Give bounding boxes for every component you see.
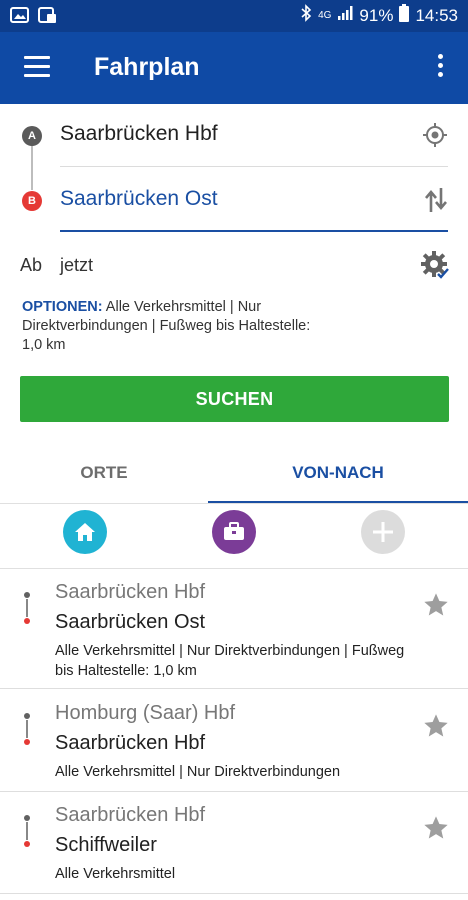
battery-icon <box>399 4 410 27</box>
home-icon <box>75 523 95 541</box>
connection-destination: Schiffweiler <box>55 834 157 856</box>
route-icon <box>24 713 30 745</box>
tab-bar-divider <box>0 503 468 504</box>
favorite-star-icon[interactable] <box>422 814 450 842</box>
connection-options: Alle Verkehrsmittel <box>55 866 176 882</box>
origin-pin-icon: A <box>22 126 42 146</box>
connection-options: Alle Verkehrsmittel | Nur Direktverbindu… <box>55 764 341 780</box>
to-station-field[interactable]: Saarbrücken Ost <box>60 187 218 211</box>
home-shortcut-button[interactable] <box>63 510 107 554</box>
battery-percent: 91% <box>359 5 394 25</box>
tab-von-nach[interactable]: VON-NACH <box>208 452 468 504</box>
options-label: OPTIONEN: <box>22 299 103 315</box>
clock: 14:53 <box>415 5 458 25</box>
tab-orte[interactable]: ORTE <box>0 452 208 504</box>
departure-label: Ab <box>20 255 43 275</box>
destination-pin-icon: B <box>22 191 42 211</box>
favorite-star-icon[interactable] <box>422 712 450 740</box>
connection-origin: Saarbrücken Hbf <box>55 581 206 603</box>
route-icon <box>24 815 30 847</box>
search-options-summary[interactable]: OPTIONEN: Alle Verkehrsmittel | Nur Dire… <box>22 298 322 355</box>
briefcase-icon <box>224 522 244 540</box>
connection-origin: Homburg (Saar) Hbf <box>55 702 236 724</box>
hamburger-menu-icon[interactable] <box>24 56 50 78</box>
from-station-field[interactable]: Saarbrücken Hbf <box>60 122 218 146</box>
route-icon <box>24 592 30 624</box>
connection-destination: Saarbrücken Ost <box>55 611 206 633</box>
bluetooth-icon <box>300 4 312 27</box>
work-shortcut-button[interactable] <box>212 510 256 554</box>
from-field-divider <box>60 166 448 167</box>
image-notification-icon <box>10 6 30 29</box>
connection-list-item[interactable]: Saarbrücken Hbf Schiffweiler Alle Verkeh… <box>0 792 468 894</box>
search-button[interactable]: SUCHEN <box>20 376 449 422</box>
connection-origin: Saarbrücken Hbf <box>55 804 206 826</box>
favorite-star-icon[interactable] <box>422 591 450 619</box>
status-bar: 4G 91% 14:53 <box>0 0 468 32</box>
connection-destination: Saarbrücken Hbf <box>55 732 206 754</box>
page-title: Fahrplan <box>94 53 200 81</box>
settings-gear-icon[interactable] <box>420 250 450 280</box>
connection-options: Alle Verkehrsmittel | Nur Direktverbindu… <box>55 643 405 679</box>
connection-list-item[interactable]: Saarbrücken Hbf Saarbrücken Ost Alle Ver… <box>0 569 468 689</box>
departure-time-field[interactable]: jetzt <box>60 255 93 276</box>
app-bar: Fahrplan <box>0 32 468 104</box>
connection-list-item[interactable]: Homburg (Saar) Hbf Saarbrücken Hbf Alle … <box>0 690 468 792</box>
add-shortcut-button[interactable] <box>361 510 405 554</box>
plus-icon <box>373 522 393 542</box>
signal-icon <box>337 5 353 26</box>
gallery-notification-icon <box>38 6 58 29</box>
route-connector-line <box>31 142 33 190</box>
current-location-icon[interactable] <box>422 122 448 148</box>
swap-direction-icon[interactable] <box>424 186 448 214</box>
more-options-icon[interactable] <box>436 54 444 80</box>
to-field-underline <box>60 230 448 232</box>
network-type: 4G <box>318 10 332 21</box>
